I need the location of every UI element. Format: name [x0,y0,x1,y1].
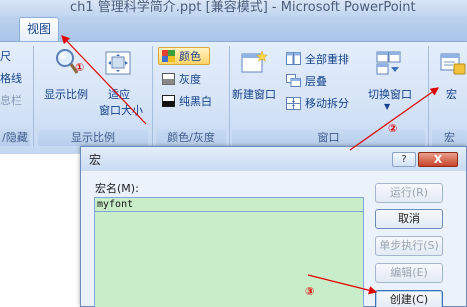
new-window-icon[interactable] [240,50,269,76]
move-split-label[interactable]: 移动拆分 [305,95,349,111]
black-white-label[interactable]: 纯黑白 [179,93,212,109]
grayscale-label[interactable]: 灰度 [179,71,201,87]
arrange-all-icon[interactable] [286,52,301,65]
ruler-checkbox-label[interactable]: 尺 [0,48,11,64]
macro-dialog: 宏 ? X 宏名(M): myfont 运行(R) 取消 单步执行(S) 编辑(… [80,146,467,307]
gridlines-checkbox-label[interactable]: 格线 [0,70,22,86]
macro-group-label: 宏 [432,129,467,146]
step-into-button[interactable]: 单步执行(S) [375,236,443,256]
cascade-label[interactable]: 层叠 [305,73,327,89]
black-white-icon[interactable] [162,95,175,107]
annotation-step-1: ① [75,61,85,74]
switch-window-label[interactable]: 切换窗口 [368,86,412,102]
slide-pane [0,154,80,307]
title-bar: ch1 管理科学简介.ppt [兼容模式] - Microsoft PowerP… [0,0,467,16]
edit-button[interactable]: 编辑(E) [375,263,443,283]
fit-window-label-line1[interactable]: 适应 [108,86,130,102]
ribbon: 尺 格线 息栏 /隐藏 显示比例 适应 窗口大小 显示比例 颜色 灰度 纯黑白 … [0,41,467,154]
dialog-title: 宏 [89,153,102,167]
macro-list[interactable] [94,212,364,307]
close-button[interactable]: X [418,152,458,167]
macro-icon[interactable] [440,52,466,76]
grayscale-icon[interactable] [162,73,175,85]
zoom-group-label: 显示比例 [38,129,148,146]
show-hide-group-label: /隐藏 [0,129,30,146]
color-group-label: 颜色/灰度 [156,129,226,146]
switch-window-dropdown-icon[interactable]: ▼ [384,102,390,111]
annotation-step-3: ③ [305,285,315,298]
fit-to-window-icon[interactable] [104,50,132,78]
create-button[interactable]: 创建(C) [375,290,443,307]
help-button[interactable]: ? [392,152,416,167]
dialog-title-bar[interactable]: 宏 ? X [81,147,466,171]
macro-name-input[interactable]: myfont [94,197,364,212]
annotation-step-2: ② [388,122,398,135]
arrange-all-label[interactable]: 全部重排 [305,51,349,67]
macro-name-label: 宏名(M): [95,182,139,195]
cancel-button[interactable]: 取消 [375,209,443,229]
run-button[interactable]: 运行(R) [375,183,443,203]
fit-window-label-line2[interactable]: 窗口大小 [99,102,143,118]
tab-view[interactable]: 视图 [19,17,59,42]
cascade-icon[interactable] [286,74,301,87]
new-window-label[interactable]: 新建窗口 [232,86,276,102]
color-palette-icon [162,50,175,62]
switch-window-icon[interactable] [376,50,402,76]
window-title: ch1 管理科学简介.ppt [兼容模式] - Microsoft PowerP… [70,0,416,15]
macro-label[interactable]: 宏 [446,86,457,102]
ribbon-tab-strip [0,16,467,42]
message-bar-checkbox-label[interactable]: 息栏 [0,92,22,108]
move-split-icon[interactable] [286,97,301,110]
zoom-button-label[interactable]: 显示比例 [44,86,88,102]
color-label[interactable]: 颜色 [179,48,201,64]
